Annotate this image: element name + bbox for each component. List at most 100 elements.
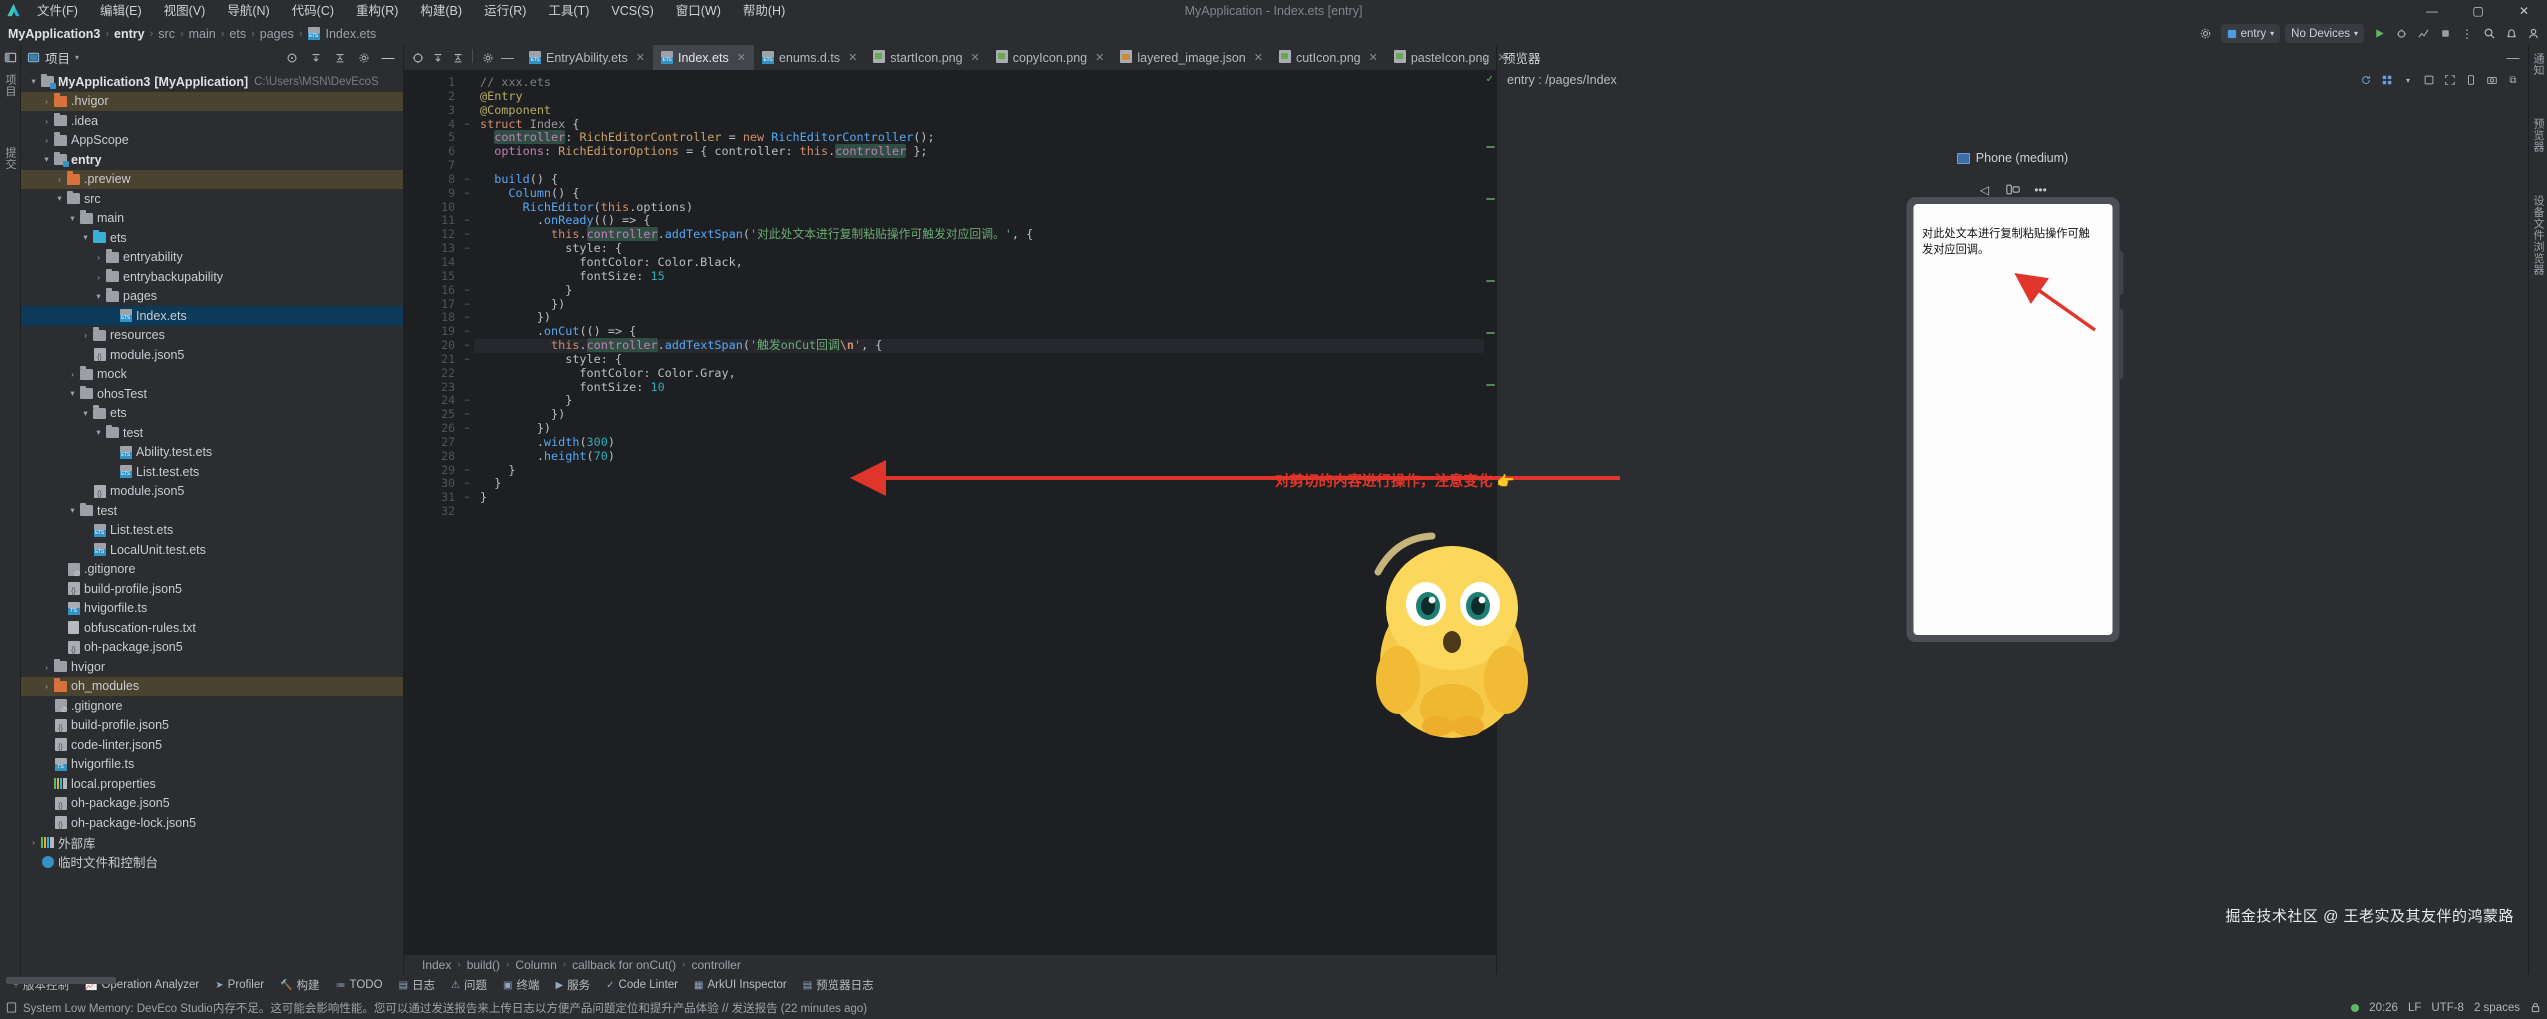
fold-toggle-icon[interactable]: −	[460, 298, 474, 312]
code-line[interactable]: this.controller.addTextSpan('对此处文本进行复制粘贴…	[474, 227, 1496, 242]
fold-toggle-icon[interactable]: −	[460, 311, 474, 325]
code-line[interactable]: fontColor: Color.Black,	[474, 255, 1496, 270]
menu-item-code[interactable]: 代码(C)	[281, 0, 345, 22]
tool-window--[interactable]: ▣ 终端	[496, 975, 546, 995]
chevron-right-icon[interactable]: ›	[53, 174, 66, 184]
fold-toggle-icon[interactable]: −	[460, 353, 474, 367]
multi-device-icon[interactable]: ⧉	[2504, 71, 2522, 89]
tree-node-mock[interactable]: › mock	[21, 365, 403, 385]
code-line[interactable]: options: RichEditorOptions = { controlle…	[474, 144, 1496, 159]
chevron-down-icon[interactable]: ▾	[66, 388, 79, 399]
code-line[interactable]: fontSize: 10	[474, 380, 1496, 395]
code-line[interactable]: RichEditor(this.options)	[474, 200, 1496, 215]
tree-node-module-json5[interactable]: module.json5	[21, 482, 403, 502]
tree-node--[interactable]: 临时文件和控制台	[21, 852, 403, 872]
close-tab-icon[interactable]: ✕	[636, 51, 645, 64]
device-selector[interactable]: No Devices ▾	[2285, 24, 2364, 43]
breadcrumb-file[interactable]: Index.ets	[324, 27, 379, 41]
chevron-right-icon[interactable]: ›	[40, 116, 53, 126]
expand-icon[interactable]	[428, 48, 447, 67]
screenshot-icon[interactable]	[2483, 71, 2501, 89]
code-line[interactable]: this.controller.addTextSpan('触发onCut回调\n…	[474, 338, 1496, 353]
chevron-right-icon[interactable]: ›	[40, 96, 53, 106]
tree-node-obfuscation-rules-txt[interactable]: obfuscation-rules.txt	[21, 618, 403, 638]
tree-node--gitignore[interactable]: .gitignore	[21, 560, 403, 580]
code-line[interactable]: fontColor: Color.Gray,	[474, 366, 1496, 381]
tree-node-ets[interactable]: ▾ ets	[21, 404, 403, 424]
tool-window--[interactable]: 🔨 构建	[273, 975, 326, 995]
menu-item-edit[interactable]: 编辑(E)	[89, 0, 153, 22]
line-separator[interactable]: LF	[2408, 1002, 2421, 1014]
fold-toggle-icon[interactable]: −	[460, 118, 474, 132]
fold-toggle-icon[interactable]: −	[460, 464, 474, 478]
menu-item-tools[interactable]: 工具(T)	[537, 0, 600, 22]
tree-node-resources[interactable]: › resources	[21, 326, 403, 346]
tool-window-arkui-inspector[interactable]: ▦ ArkUI Inspector	[687, 977, 794, 993]
close-tab-icon[interactable]: ✕	[971, 51, 980, 64]
close-tab-icon[interactable]: ✕	[1254, 51, 1263, 64]
tree-node-local-properties[interactable]: local.properties	[21, 774, 403, 794]
more-actions-icon[interactable]: ⋮	[2457, 24, 2477, 44]
zoom-fit-icon[interactable]	[2441, 71, 2459, 89]
tree-node-list-test-ets[interactable]: List.test.ets	[21, 462, 403, 482]
breadcrumb-entry[interactable]: entry	[112, 27, 147, 41]
menu-item-view[interactable]: 视图(V)	[153, 0, 217, 22]
refresh-icon[interactable]	[2357, 71, 2375, 89]
chevron-right-icon[interactable]: ›	[40, 681, 53, 691]
code-line[interactable]	[474, 159, 1496, 173]
chevron-down-icon[interactable]: ▾	[75, 53, 79, 62]
tree-node-module-json5[interactable]: module.json5	[21, 345, 403, 365]
code-viewport[interactable]: 1 2 3 4 5 6 7 8 9 10 11 12 13 14 15 16 17 18 19 20 21 22 23 24 2…	[404, 70, 1496, 954]
ebread-index[interactable]: Index	[422, 958, 451, 972]
fold-toggle-icon[interactable]: −	[460, 173, 474, 187]
ebread-build[interactable]: build()	[467, 958, 500, 972]
project-tree[interactable]: ▾ MyApplication3 [MyApplication] C:\Users\M…	[21, 70, 403, 974]
collapse-all-icon[interactable]	[331, 49, 349, 67]
chevron-right-icon[interactable]: ›	[27, 837, 40, 847]
tree-node-oh-package-json5[interactable]: oh-package.json5	[21, 794, 403, 814]
tree-node--[interactable]: › 外部库	[21, 833, 403, 853]
menu-item-help[interactable]: 帮助(H)	[732, 0, 796, 22]
minimize-button[interactable]: —	[2409, 0, 2455, 22]
stop-icon[interactable]	[2435, 24, 2455, 44]
breadcrumb-src[interactable]: src	[156, 27, 177, 41]
hide-previewer-icon[interactable]: —	[2504, 48, 2522, 66]
code-line[interactable]: })	[474, 310, 1496, 325]
close-tab-icon[interactable]: ✕	[1369, 51, 1378, 64]
code-line[interactable]: // xxx.ets	[474, 75, 1496, 90]
menu-item-vcs[interactable]: VCS(S)	[600, 0, 664, 22]
notifications-bell-icon[interactable]	[2501, 24, 2521, 44]
menu-item-window[interactable]: 窗口(W)	[665, 0, 732, 22]
project-stripe-icon[interactable]	[4, 51, 17, 64]
project-title-group[interactable]: 项目 ▾	[27, 48, 79, 67]
close-button[interactable]: ✕	[2501, 0, 2547, 22]
settings-gear-icon[interactable]	[478, 48, 497, 67]
editor-tab-pasteicon-png[interactable]: pasteIcon.png ✕	[1386, 45, 1515, 70]
close-tab-icon[interactable]: ✕	[848, 51, 857, 64]
menu-item-file[interactable]: 文件(F)	[26, 0, 89, 22]
stripe-label-commit[interactable]: 提交	[2, 147, 18, 170]
code-line[interactable]: style: {	[474, 241, 1496, 256]
tool-window-profiler[interactable]: ➤ Profiler	[208, 977, 271, 993]
inspect-icon[interactable]	[2420, 71, 2438, 89]
tree-node-test[interactable]: ▾ test	[21, 501, 403, 521]
fold-toggle-icon[interactable]: −	[460, 284, 474, 298]
code-line[interactable]: fontSize: 15	[474, 269, 1496, 284]
tree-node-index-ets[interactable]: Index.ets	[21, 306, 403, 326]
editor-tab-enums-d-ts[interactable]: enums.d.ts ✕	[754, 45, 865, 70]
tree-node-build-profile-json5[interactable]: build-profile.json5	[21, 579, 403, 599]
tree-node-hvigorfile-ts[interactable]: hvigorfile.ts	[21, 755, 403, 775]
tree-node-hvigorfile-ts[interactable]: hvigorfile.ts	[21, 599, 403, 619]
tree-node-oh-package-json5[interactable]: oh-package.json5	[21, 638, 403, 658]
code-line[interactable]: @Component	[474, 103, 1496, 118]
chevron-down-icon[interactable]: ▾	[79, 232, 92, 243]
chevron-down-icon[interactable]: ▾	[27, 76, 40, 87]
close-tab-icon[interactable]: ✕	[1095, 51, 1104, 64]
tree-node-localunit-test-ets[interactable]: LocalUnit.test.ets	[21, 540, 403, 560]
code-line[interactable]: @Entry	[474, 89, 1496, 104]
tool-window-todo[interactable]: ≔ TODO	[329, 977, 390, 993]
fold-toggle-icon[interactable]: −	[460, 422, 474, 436]
grid-icon[interactable]	[2378, 71, 2396, 89]
tree-node-src[interactable]: ▾ src	[21, 189, 403, 209]
run-config-selector[interactable]: entry ▾	[2220, 24, 2281, 43]
